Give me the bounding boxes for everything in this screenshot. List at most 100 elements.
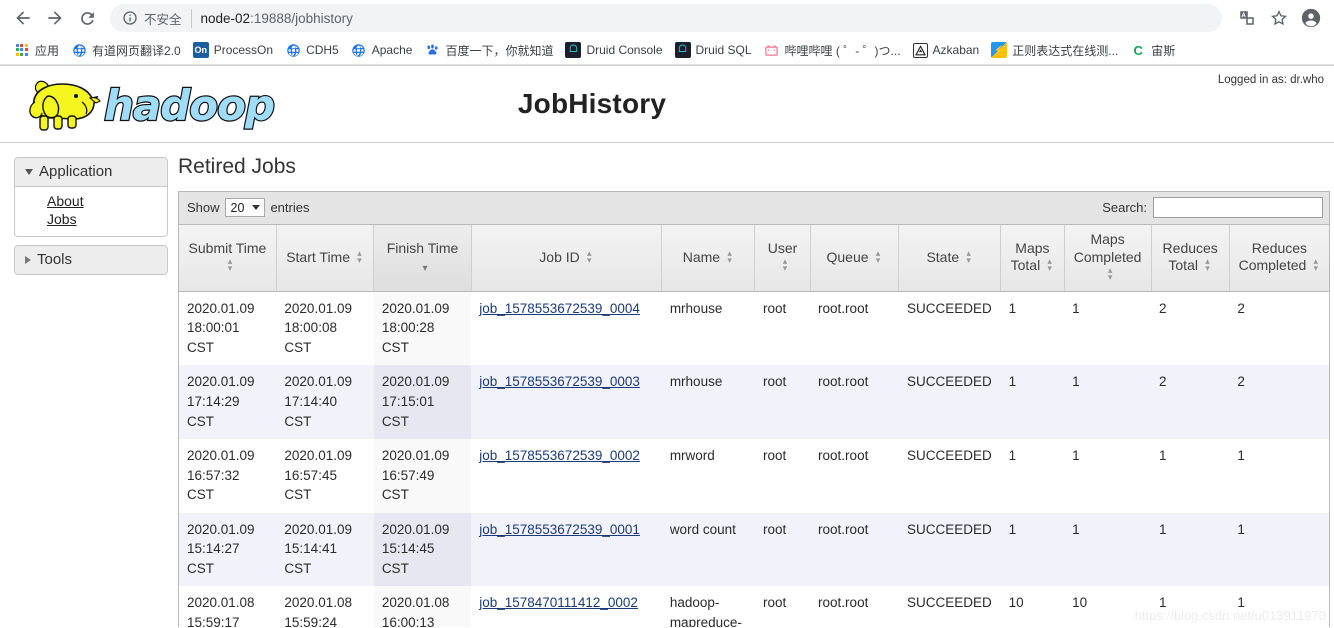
sidebar-item-jobs[interactable]: Jobs bbox=[15, 210, 167, 228]
sort-icon bbox=[725, 250, 734, 264]
sidebar-group-application: Application About Jobs bbox=[14, 157, 168, 237]
url-path: :19888/jobhistory bbox=[250, 10, 353, 26]
star-icon bbox=[1271, 10, 1287, 26]
cell-job-id: job_1578553672539_0002 bbox=[471, 439, 662, 513]
sidebar-group-tools: Tools bbox=[14, 245, 168, 275]
sidebar-group-header-tools[interactable]: Tools bbox=[15, 246, 167, 274]
cell-job-id: job_1578553672539_0003 bbox=[471, 365, 662, 440]
cell-name: mrhouse bbox=[661, 365, 755, 440]
cell-reduces-completed: 1 bbox=[1229, 439, 1329, 513]
sort-icon bbox=[874, 250, 883, 264]
column-header-finish-time[interactable]: Finish Time bbox=[373, 225, 472, 292]
cell-state: SUCCEEDED bbox=[898, 512, 1001, 587]
job-id-link[interactable]: job_1578553672539_0002 bbox=[479, 448, 640, 463]
bookmark-star-button[interactable] bbox=[1264, 3, 1294, 33]
bookmark-azkaban[interactable]: Azkaban bbox=[908, 40, 987, 61]
jobs-table-container: Show 20 entries Search: Submit Time▴▾ St… bbox=[178, 191, 1330, 627]
cell-start-time: 2020.01.09 15:14:41 CST bbox=[276, 512, 374, 587]
sort-icon bbox=[1203, 258, 1212, 272]
translate-button[interactable] bbox=[1232, 3, 1262, 33]
job-id-link[interactable]: job_1578553672539_0001 bbox=[479, 522, 640, 537]
azkaban-icon bbox=[912, 42, 928, 58]
column-header-maps-total[interactable]: Maps Total bbox=[1000, 225, 1065, 292]
cell-queue: root.root bbox=[810, 291, 899, 366]
cell-maps-completed: 10 bbox=[1064, 586, 1151, 627]
cell-queue: root.root bbox=[810, 439, 899, 513]
bookmark-label: Azkaban bbox=[932, 43, 980, 57]
cell-user: root bbox=[754, 512, 811, 587]
bookmark-processon[interactable]: On ProcessOn bbox=[188, 39, 280, 61]
cell-reduces-total: 1 bbox=[1151, 512, 1230, 587]
bookmark-zeus[interactable]: C 宙斯 bbox=[1125, 39, 1182, 62]
jobs-table-body: 2020.01.09 18:00:01 CST 2020.01.09 18:00… bbox=[179, 291, 1329, 627]
cell-job-id: job_1578553672539_0001 bbox=[471, 512, 662, 587]
cell-maps-completed: 1 bbox=[1064, 291, 1151, 366]
cell-queue: root.root bbox=[810, 586, 899, 627]
cell-reduces-completed: 1 bbox=[1229, 512, 1329, 587]
table-row: 2020.01.08 15:59:17 CST 2020.01.08 15:59… bbox=[179, 586, 1329, 627]
table-row: 2020.01.09 17:14:29 CST 2020.01.09 17:14… bbox=[179, 365, 1329, 440]
cell-name: word count bbox=[661, 512, 755, 587]
bookmark-label: 有道网页翻译2.0 bbox=[92, 43, 181, 58]
column-header-job-id[interactable]: Job ID bbox=[471, 225, 663, 292]
druid-icon: ᗝ bbox=[565, 42, 582, 58]
jobs-table-header-row: Submit Time Start Time Finish Time Job I… bbox=[179, 225, 1329, 292]
bookmark-apps[interactable]: 应用 bbox=[9, 39, 66, 62]
reload-icon bbox=[80, 11, 94, 25]
address-bar[interactable]: 不安全 node-02:19888/jobhistory bbox=[110, 4, 1222, 32]
bookmark-label: ProcessOn bbox=[213, 43, 274, 57]
cell-queue: root.root bbox=[810, 365, 899, 440]
cell-job-id: job_1578553672539_0004 bbox=[471, 291, 662, 366]
content-area: Application About Jobs Tools Retired Job… bbox=[0, 143, 1334, 627]
page-content: Logged in as: dr.who hadoop JobHistory A… bbox=[0, 65, 1334, 627]
column-header-state[interactable]: State bbox=[898, 225, 1002, 292]
column-header-queue[interactable]: Queue bbox=[810, 225, 900, 292]
sort-icon bbox=[585, 250, 594, 264]
sidebar-group-body-application: About Jobs bbox=[15, 187, 167, 236]
column-header-user[interactable]: User bbox=[754, 225, 811, 292]
sidebar-group-header-application[interactable]: Application bbox=[15, 158, 167, 187]
toolbar-right-actions bbox=[1232, 3, 1326, 33]
back-button[interactable] bbox=[8, 3, 38, 33]
column-header-name[interactable]: Name bbox=[661, 225, 756, 292]
back-arrow-icon bbox=[16, 11, 30, 25]
globe-icon bbox=[351, 42, 367, 58]
bookmark-youdao-translate[interactable]: 有道网页翻译2.0 bbox=[66, 39, 188, 62]
column-header-reduces-completed[interactable]: Reduces Completed bbox=[1229, 225, 1329, 292]
forward-button[interactable] bbox=[40, 3, 70, 33]
table-row: 2020.01.09 16:57:32 CST 2020.01.09 16:57… bbox=[179, 439, 1329, 513]
reload-button[interactable] bbox=[72, 3, 102, 33]
bookmark-regex-tester[interactable]: ⚡ 正则表达式在线测... bbox=[986, 39, 1125, 62]
cell-reduces-total: 2 bbox=[1151, 291, 1230, 366]
column-header-start-time[interactable]: Start Time bbox=[276, 225, 375, 292]
cell-user: root bbox=[754, 439, 811, 513]
bookmark-druid-console[interactable]: ᗝ Druid Console bbox=[560, 39, 669, 61]
column-header-reduces-total[interactable]: Reduces Total bbox=[1151, 225, 1230, 292]
job-id-link[interactable]: job_1578553672539_0004 bbox=[479, 301, 640, 316]
cell-finish-time: 2020.01.09 16:57:49 CST bbox=[373, 439, 472, 513]
search-input[interactable] bbox=[1153, 197, 1323, 218]
cell-user: root bbox=[754, 291, 811, 366]
cell-start-time: 2020.01.09 18:00:08 CST bbox=[276, 291, 374, 366]
cell-state: SUCCEEDED bbox=[898, 439, 1001, 513]
apps-grid-icon bbox=[14, 42, 30, 58]
job-id-link[interactable]: job_1578470111412_0002 bbox=[479, 595, 638, 610]
bookmark-cdh5[interactable]: CDH5 bbox=[280, 39, 346, 61]
sort-icon bbox=[355, 250, 364, 264]
column-header-submit-time[interactable]: Submit Time bbox=[179, 225, 277, 292]
chevron-down-icon bbox=[252, 205, 261, 210]
entries-per-page-select[interactable]: 20 bbox=[224, 198, 266, 217]
bookmark-apache[interactable]: Apache bbox=[346, 39, 420, 61]
column-header-maps-completed[interactable]: Maps Completed bbox=[1064, 225, 1152, 292]
profile-avatar-button[interactable] bbox=[1296, 3, 1326, 33]
sort-icon bbox=[1106, 267, 1115, 281]
cell-name: hadoop-mapreduce-client-jobclient-2.6.0- bbox=[661, 586, 755, 627]
bookmark-baidu[interactable]: 百度一下，你就知道 bbox=[419, 39, 560, 62]
bookmark-druid-sql[interactable]: ᗝ Druid SQL bbox=[670, 39, 759, 61]
security-label: 不安全 bbox=[144, 8, 192, 28]
bookmark-bilibili[interactable]: 哔哩哔哩 ( ゜- ゜)つ... bbox=[759, 39, 908, 62]
job-id-link[interactable]: job_1578553672539_0003 bbox=[479, 374, 640, 389]
chevron-down-icon bbox=[25, 168, 33, 175]
sidebar-item-about[interactable]: About bbox=[15, 192, 167, 210]
browser-toolbar: 不安全 node-02:19888/jobhistory bbox=[0, 0, 1334, 36]
